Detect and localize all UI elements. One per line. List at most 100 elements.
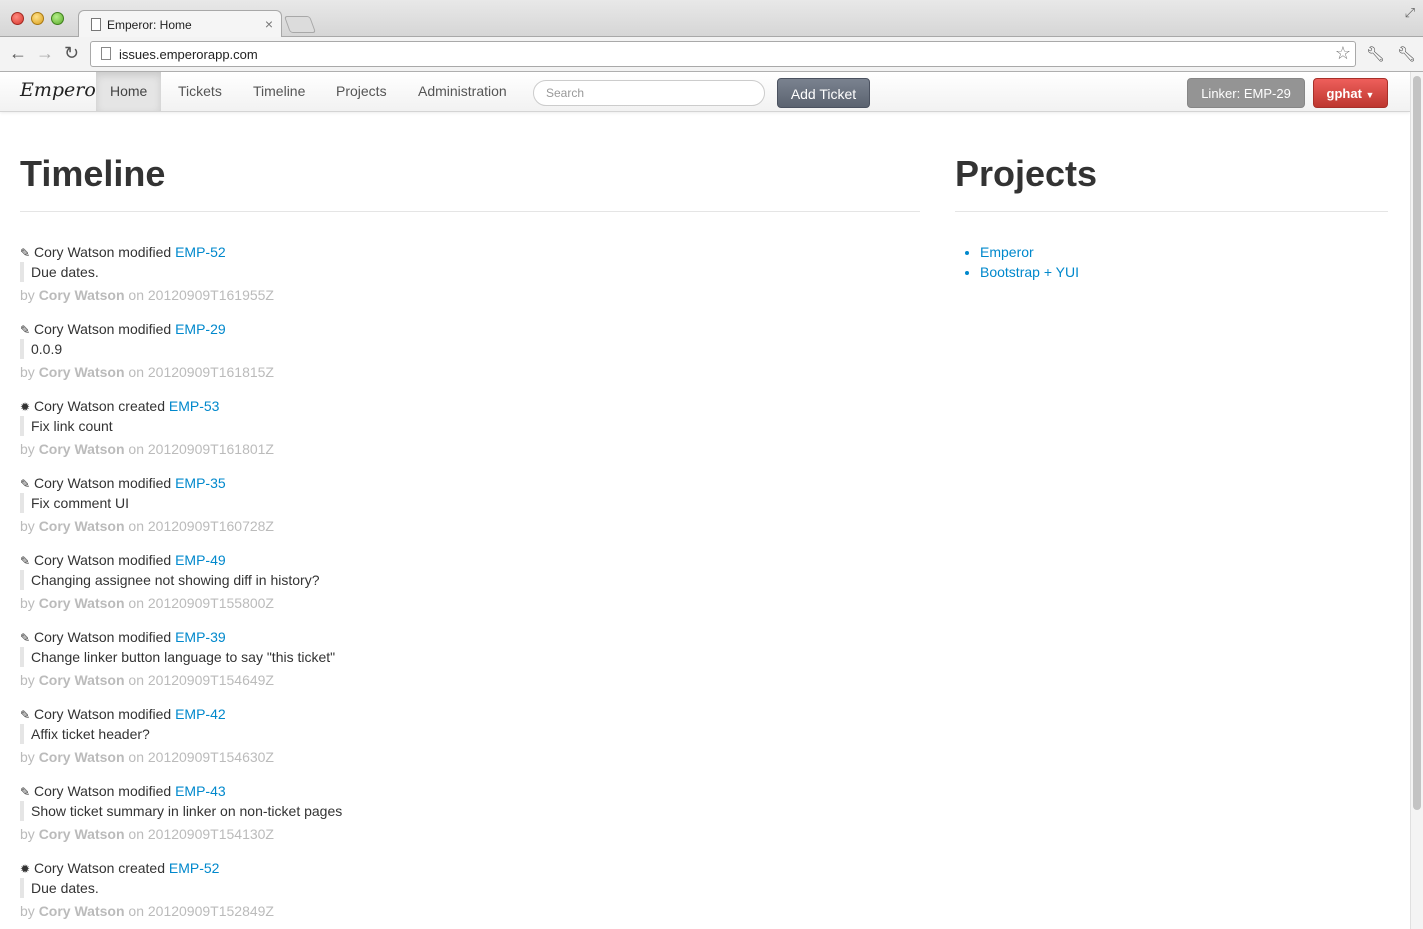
- nav-tickets[interactable]: Tickets: [164, 72, 236, 111]
- entry-action: modified: [118, 783, 172, 799]
- entry-header: ✹ Cory Watson created EMP-53: [20, 396, 219, 417]
- entry-timestamp: 20120909T154649Z: [147, 672, 274, 688]
- project-item: Emperor: [980, 242, 1079, 262]
- entry-timestamp: 20120909T161801Z: [147, 441, 274, 457]
- entry-meta: by Cory Watson on 20120909T152849Z: [20, 901, 274, 921]
- browser-toolbar: ← → ↻ issues.emperorapp.com ☆ 🔧︎ 🔧︎: [0, 37, 1423, 72]
- entry-user: Cory Watson: [34, 860, 115, 876]
- add-ticket-button[interactable]: Add Ticket: [777, 78, 870, 108]
- close-window-button[interactable]: [11, 12, 24, 25]
- scrollbar-thumb[interactable]: [1413, 76, 1421, 810]
- projects-heading: Projects: [955, 153, 1098, 194]
- entry-user: Cory Watson: [34, 783, 115, 799]
- forward-icon[interactable]: →: [36, 44, 54, 62]
- timeline-list: ✎ Cory Watson modified EMP-52 Due dates. by…: [20, 242, 920, 929]
- back-icon[interactable]: ←: [9, 44, 27, 62]
- nav-timeline[interactable]: Timeline: [239, 72, 319, 111]
- nav-home[interactable]: Home: [96, 72, 162, 111]
- divider: [955, 211, 1388, 212]
- entry-user: Cory Watson: [34, 398, 115, 414]
- ticket-link[interactable]: EMP-35: [175, 475, 226, 491]
- timeline-entry: ✹ Cory Watson created EMP-53 Fix link coun…: [20, 396, 920, 473]
- pencil-icon: ✎: [20, 246, 31, 260]
- star-icon[interactable]: ☆: [1335, 43, 1351, 64]
- entry-meta: by Cory Watson on 20120909T160728Z: [20, 516, 274, 536]
- search-input[interactable]: Search: [533, 80, 765, 106]
- entry-on: on: [128, 903, 144, 919]
- entry-by: by: [20, 903, 35, 919]
- entry-summary: Fix comment UI: [20, 493, 129, 513]
- page-scrollbar[interactable]: [1410, 72, 1423, 929]
- ticket-link[interactable]: EMP-42: [175, 706, 226, 722]
- ticket-link[interactable]: EMP-52: [169, 860, 220, 876]
- entry-timestamp: 20120909T154130Z: [147, 826, 274, 842]
- entry-on: on: [128, 518, 144, 534]
- entry-on: on: [128, 441, 144, 457]
- entry-summary: Due dates.: [20, 262, 99, 282]
- timeline-entry: ✎ Cory Watson modified EMP-42 Affix ticket…: [20, 704, 920, 781]
- entry-user: Cory Watson: [34, 475, 115, 491]
- pencil-icon: ✎: [20, 554, 31, 568]
- pencil-icon: ✎: [20, 323, 31, 337]
- entry-summary: 0.0.9: [20, 339, 62, 359]
- entry-meta: by Cory Watson on 20120909T154649Z: [20, 670, 274, 690]
- address-bar[interactable]: issues.emperorapp.com ☆: [90, 41, 1356, 67]
- ticket-link[interactable]: EMP-43: [175, 783, 226, 799]
- entry-meta: by Cory Watson on 20120909T155800Z: [20, 593, 274, 613]
- nav-administration[interactable]: Administration: [404, 72, 521, 111]
- nav-projects[interactable]: Projects: [322, 72, 401, 111]
- pencil-icon: ✎: [20, 785, 31, 799]
- fullscreen-icon[interactable]: ⤢: [1405, 5, 1415, 21]
- reload-icon[interactable]: ↻: [64, 44, 79, 62]
- entry-author: Cory Watson: [38, 287, 125, 303]
- entry-on: on: [128, 595, 144, 611]
- minimize-window-button[interactable]: [31, 12, 44, 25]
- entry-summary: Fix link count: [20, 416, 113, 436]
- entry-action: modified: [118, 552, 172, 568]
- entry-user: Cory Watson: [34, 321, 115, 337]
- entry-author: Cory Watson: [38, 672, 125, 688]
- entry-action: modified: [118, 706, 172, 722]
- entry-meta: by Cory Watson on 20120909T154130Z: [20, 824, 274, 844]
- entry-header: ✎ Cory Watson modified EMP-42: [20, 704, 226, 725]
- tab-close-icon[interactable]: ×: [265, 16, 273, 32]
- divider: [20, 211, 920, 212]
- ticket-link[interactable]: EMP-39: [175, 629, 226, 645]
- ticket-link[interactable]: EMP-49: [175, 552, 226, 568]
- entry-action: modified: [118, 475, 172, 491]
- url-text: issues.emperorapp.com: [119, 47, 258, 62]
- new-tab-button[interactable]: [283, 16, 317, 33]
- entry-on: on: [128, 364, 144, 380]
- project-link[interactable]: Emperor: [980, 244, 1034, 260]
- entry-action: modified: [118, 629, 172, 645]
- zoom-window-button[interactable]: [51, 12, 64, 25]
- entry-by: by: [20, 287, 35, 303]
- projects-list: Emperor Bootstrap + YUI: [980, 242, 1079, 282]
- user-menu-button[interactable]: gphat ▼: [1313, 78, 1388, 108]
- project-link[interactable]: Bootstrap + YUI: [980, 264, 1079, 280]
- entry-by: by: [20, 364, 35, 380]
- entry-timestamp: 20120909T152849Z: [147, 903, 274, 919]
- wrench-icon[interactable]: 🔧︎: [1397, 45, 1416, 63]
- asterisk-icon: ✹: [20, 862, 31, 876]
- pencil-icon: ✎: [20, 631, 31, 645]
- ticket-link[interactable]: EMP-53: [169, 398, 220, 414]
- page-menu-icon[interactable]: 🔧︎: [1366, 45, 1385, 63]
- ticket-link[interactable]: EMP-29: [175, 321, 226, 337]
- linker-button[interactable]: Linker: EMP-29: [1187, 78, 1305, 108]
- entry-by: by: [20, 749, 35, 765]
- page-icon: [91, 18, 101, 31]
- entry-author: Cory Watson: [38, 595, 125, 611]
- entry-on: on: [128, 826, 144, 842]
- entry-user: Cory Watson: [34, 552, 115, 568]
- timeline-entry: ✎ Cory Watson modified EMP-35 Fix comment …: [20, 473, 920, 550]
- brand-logo[interactable]: Emperor: [20, 79, 105, 101]
- ticket-link[interactable]: EMP-52: [175, 244, 226, 260]
- entry-action: created: [118, 860, 165, 876]
- entry-by: by: [20, 672, 35, 688]
- entry-action: modified: [118, 321, 172, 337]
- entry-by: by: [20, 518, 35, 534]
- timeline-heading: Timeline: [20, 153, 166, 194]
- browser-tab[interactable]: Emperor: Home ×: [78, 10, 282, 38]
- timeline-entry: ✎ Cory Watson modified EMP-49 Changing ass…: [20, 550, 920, 627]
